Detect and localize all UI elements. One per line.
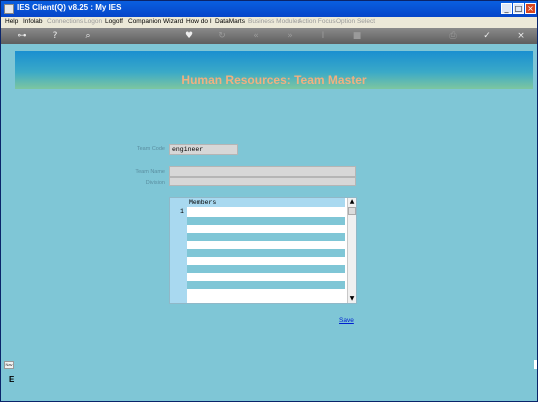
menu-business-modules[interactable]: Business Modules [248, 18, 301, 25]
check-icon[interactable]: ✓ [481, 30, 493, 42]
menu-help[interactable]: Help [5, 18, 18, 25]
side-letter-icon[interactable]: E [9, 375, 14, 384]
search-icon[interactable]: ⌕ [82, 30, 94, 42]
stop-icon[interactable]: ■ [351, 30, 363, 42]
division-field[interactable] [169, 177, 356, 186]
maximize-button[interactable]: □ [513, 3, 524, 14]
toolbar: ⊶ ? ⌕ ♥ ↻ « » I ■ ⎙ ✓ × [1, 28, 537, 44]
text-cursor-icon[interactable]: I [317, 30, 329, 42]
scroll-thumb[interactable] [348, 207, 356, 215]
menu-wizard[interactable]: Wizard [163, 18, 183, 25]
key-icon[interactable]: ⊶ [13, 30, 31, 42]
team-name-field[interactable] [169, 166, 356, 177]
table-row[interactable] [187, 281, 345, 289]
grid-scrollbar[interactable]: ▲ ▼ [347, 198, 356, 303]
table-row[interactable] [187, 265, 345, 273]
print-icon[interactable]: ⎙ [447, 30, 459, 42]
menu-companion[interactable]: Companion [128, 18, 161, 25]
fast-forward-icon[interactable]: » [284, 30, 296, 42]
refresh-icon[interactable]: ↻ [216, 30, 228, 42]
scroll-down-icon[interactable]: ▼ [348, 295, 356, 303]
help-icon[interactable]: ? [49, 30, 61, 42]
team-name-label: Team Name [135, 169, 165, 175]
menu-logon[interactable]: Logon [84, 18, 102, 25]
menu-connections[interactable]: Connections [47, 18, 83, 25]
scroll-up-icon[interactable]: ▲ [348, 198, 356, 206]
side-nav-widget[interactable]: Nav [4, 361, 14, 369]
table-row[interactable] [187, 233, 345, 241]
heart-icon[interactable]: ♥ [183, 30, 195, 42]
page-header-banner: Human Resources: Team Master [15, 51, 533, 89]
menu-logoff[interactable]: Logoff [105, 18, 123, 25]
row-header-column [170, 198, 187, 303]
window-title: IES Client(Q) v8.25 : My IES [17, 3, 122, 12]
menu-infolab[interactable]: Infolab [23, 18, 43, 25]
team-code-label: Team Code [136, 146, 165, 152]
team-code-field[interactable]: engineer [169, 144, 238, 155]
table-row[interactable] [187, 249, 345, 257]
save-link[interactable]: Save [339, 317, 354, 324]
page-title: Human Resources: Team Master [181, 73, 367, 87]
division-label: Division [145, 180, 165, 186]
minimize-button[interactable]: _ [501, 3, 512, 14]
menu-how-do-i[interactable]: How do I [186, 18, 212, 25]
members-column-header: Members [187, 198, 345, 207]
menu-datamarts[interactable]: DataMarts [215, 18, 245, 25]
table-row[interactable] [187, 217, 345, 225]
menu-option-select[interactable]: Option Select [336, 18, 375, 25]
app-icon [4, 4, 14, 14]
menu-action-focus[interactable]: Action Focus [298, 18, 336, 25]
members-grid[interactable]: Members 1 ▲ ▼ [169, 197, 357, 304]
window-close-button[interactable]: × [525, 3, 536, 14]
menu-bar: Help Infolab Connections Logon Logoff Co… [1, 17, 537, 28]
row-number: 1 [180, 208, 184, 215]
rewind-icon[interactable]: « [250, 30, 262, 42]
app-window: IES Client(Q) v8.25 : My IES _ □ × Help … [0, 0, 538, 402]
title-bar: IES Client(Q) v8.25 : My IES _ □ × [1, 1, 537, 17]
right-edge-marker [534, 360, 537, 369]
close-icon[interactable]: × [515, 30, 527, 42]
